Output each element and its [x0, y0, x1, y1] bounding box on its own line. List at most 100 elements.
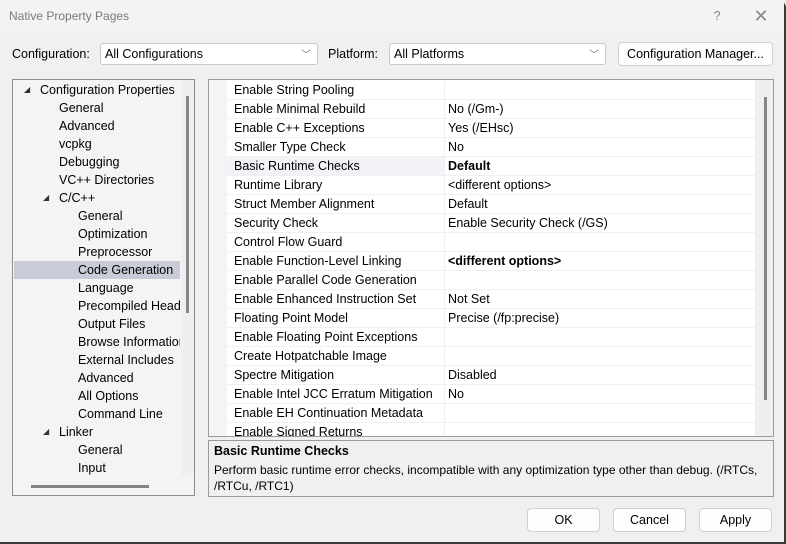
property-row[interactable]: Floating Point Model Precise (/fp:precise… — [227, 309, 755, 328]
expand-arrow-icon[interactable]: ◢ — [43, 423, 49, 441]
grid-vertical-scrollbar[interactable] — [764, 97, 767, 400]
property-name[interactable]: Enable Enhanced Instruction Set — [227, 290, 445, 308]
property-row[interactable]: Enable Signed Returns — [227, 423, 757, 436]
chevron-down-icon: ﹀ — [301, 50, 311, 61]
property-value[interactable] — [446, 233, 757, 251]
property-row[interactable]: Enable C++ Exceptions Yes (/EHsc) — [227, 119, 755, 138]
property-value[interactable] — [446, 404, 757, 422]
property-row[interactable]: Smaller Type Check No — [227, 138, 755, 157]
property-name[interactable]: Smaller Type Check — [227, 138, 445, 156]
property-row[interactable]: Enable Intel JCC Erratum Mitigation No — [227, 385, 755, 404]
tree-item[interactable]: Advanced — [14, 369, 180, 387]
property-row[interactable]: Control Flow Guard — [227, 233, 755, 252]
property-row[interactable]: Enable Floating Point Exceptions — [227, 328, 755, 347]
tree-horizontal-scrollbar[interactable] — [31, 485, 149, 488]
property-name[interactable]: Enable Intel JCC Erratum Mitigation — [227, 385, 445, 403]
tree-item[interactable]: Input — [14, 459, 180, 477]
expand-arrow-icon[interactable]: ◢ — [43, 189, 49, 207]
tree-item[interactable]: General — [14, 441, 180, 459]
cancel-button[interactable]: Cancel — [613, 508, 686, 532]
tree-item[interactable]: General — [14, 207, 180, 225]
property-name[interactable]: Enable Parallel Code Generation — [227, 271, 445, 289]
platform-select[interactable]: All Platforms ﹀ — [389, 43, 606, 65]
property-row[interactable]: Basic Runtime Checks Default — [227, 157, 755, 176]
tree-item[interactable]: Command Line — [14, 405, 180, 423]
property-name[interactable]: Enable String Pooling — [227, 81, 445, 99]
tree-item[interactable]: Preprocessor — [14, 243, 180, 261]
property-value[interactable] — [446, 328, 757, 346]
property-row[interactable]: Runtime Library <different options> — [227, 176, 755, 195]
property-name[interactable]: Enable Floating Point Exceptions — [227, 328, 445, 346]
tree-item[interactable]: ◢ Linker — [14, 423, 180, 441]
tree-item[interactable]: Code Generation — [14, 261, 180, 279]
tree-item[interactable]: General — [14, 99, 180, 117]
tree-item[interactable]: Browse Information — [14, 333, 180, 351]
property-row[interactable]: Enable String Pooling — [227, 81, 755, 100]
tree-item[interactable]: All Options — [14, 387, 180, 405]
tree-item[interactable]: Advanced — [14, 117, 180, 135]
tree-item[interactable]: ◢ C/C++ — [14, 189, 180, 207]
property-value[interactable] — [446, 271, 757, 289]
property-value[interactable]: Precise (/fp:precise) — [446, 309, 757, 327]
tree-item-label: Advanced — [78, 371, 134, 385]
property-name[interactable]: Enable Function-Level Linking — [227, 252, 445, 270]
property-value[interactable]: Default — [446, 157, 757, 175]
tree-item[interactable]: Debugging — [14, 153, 180, 171]
property-row[interactable]: Spectre Mitigation Disabled — [227, 366, 755, 385]
property-name[interactable]: Enable EH Continuation Metadata — [227, 404, 445, 422]
property-value[interactable]: Yes (/EHsc) — [446, 119, 757, 137]
tree-item[interactable]: Optimization — [14, 225, 180, 243]
property-value[interactable]: No — [446, 385, 757, 403]
property-row[interactable]: Enable Function-Level Linking <different … — [227, 252, 755, 271]
property-row[interactable]: Security Check Enable Security Check (/GS… — [227, 214, 755, 233]
tree-item-label: vcpkg — [59, 137, 92, 151]
tree-item[interactable]: VC++ Directories — [14, 171, 180, 189]
tree-item[interactable]: Language — [14, 279, 180, 297]
property-row[interactable]: Enable Enhanced Instruction Set Not Set — [227, 290, 755, 309]
property-value[interactable]: No (/Gm-) — [446, 100, 757, 118]
tree-item-label: External Includes — [78, 353, 174, 367]
expand-arrow-icon[interactable]: ◢ — [24, 81, 30, 99]
tree-item[interactable]: vcpkg — [14, 135, 180, 153]
tree-item[interactable]: ◢ Configuration Properties — [14, 81, 180, 99]
tree-item-label: Debugging — [59, 155, 120, 169]
property-name[interactable]: Control Flow Guard — [227, 233, 445, 251]
property-name[interactable]: Create Hotpatchable Image — [227, 347, 445, 365]
property-value[interactable]: Enable Security Check (/GS) — [446, 214, 757, 232]
configuration-manager-button[interactable]: Configuration Manager... — [618, 42, 773, 66]
property-value[interactable]: No — [446, 138, 757, 156]
ok-button[interactable]: OK — [527, 508, 600, 532]
platform-value: All Platforms — [394, 47, 465, 61]
property-value[interactable]: <different options> — [446, 252, 757, 270]
property-value[interactable] — [446, 347, 757, 365]
property-row[interactable]: Struct Member Alignment Default — [227, 195, 755, 214]
property-name[interactable]: Spectre Mitigation — [227, 366, 445, 384]
help-button[interactable]: ? — [702, 4, 732, 28]
configuration-select[interactable]: All Configurations ﹀ — [100, 43, 318, 65]
property-name[interactable]: Enable C++ Exceptions — [227, 119, 445, 137]
property-value[interactable] — [446, 81, 757, 99]
property-row[interactable]: Enable Parallel Code Generation — [227, 271, 755, 290]
property-name[interactable]: Struct Member Alignment — [227, 195, 445, 213]
tree-vertical-scrollbar[interactable] — [186, 96, 189, 313]
property-name[interactable]: Basic Runtime Checks — [227, 157, 445, 175]
close-button[interactable]: ✕ — [746, 4, 776, 28]
property-name[interactable]: Security Check — [227, 214, 445, 232]
tree-item[interactable]: Output Files — [14, 315, 180, 333]
tree-item[interactable]: Precompiled Headers — [14, 297, 180, 315]
property-row[interactable]: Enable EH Continuation Metadata — [227, 404, 755, 423]
property-row[interactable]: Create Hotpatchable Image — [227, 347, 755, 366]
property-value[interactable]: Default — [446, 195, 757, 213]
property-name[interactable]: Enable Minimal Rebuild — [227, 100, 445, 118]
property-name[interactable]: Floating Point Model — [227, 309, 445, 327]
apply-button[interactable]: Apply — [699, 508, 772, 532]
property-row[interactable]: Enable Minimal Rebuild No (/Gm-) — [227, 100, 755, 119]
tree-item-label: Preprocessor — [78, 245, 153, 259]
tree-item[interactable]: External Includes — [14, 351, 180, 369]
property-value[interactable]: Disabled — [446, 366, 757, 384]
property-value[interactable]: <different options> — [446, 176, 757, 194]
property-value[interactable]: Not Set — [446, 290, 757, 308]
property-name[interactable]: Runtime Library — [227, 176, 445, 194]
property-value[interactable] — [446, 423, 757, 436]
property-name[interactable]: Enable Signed Returns — [227, 423, 445, 436]
